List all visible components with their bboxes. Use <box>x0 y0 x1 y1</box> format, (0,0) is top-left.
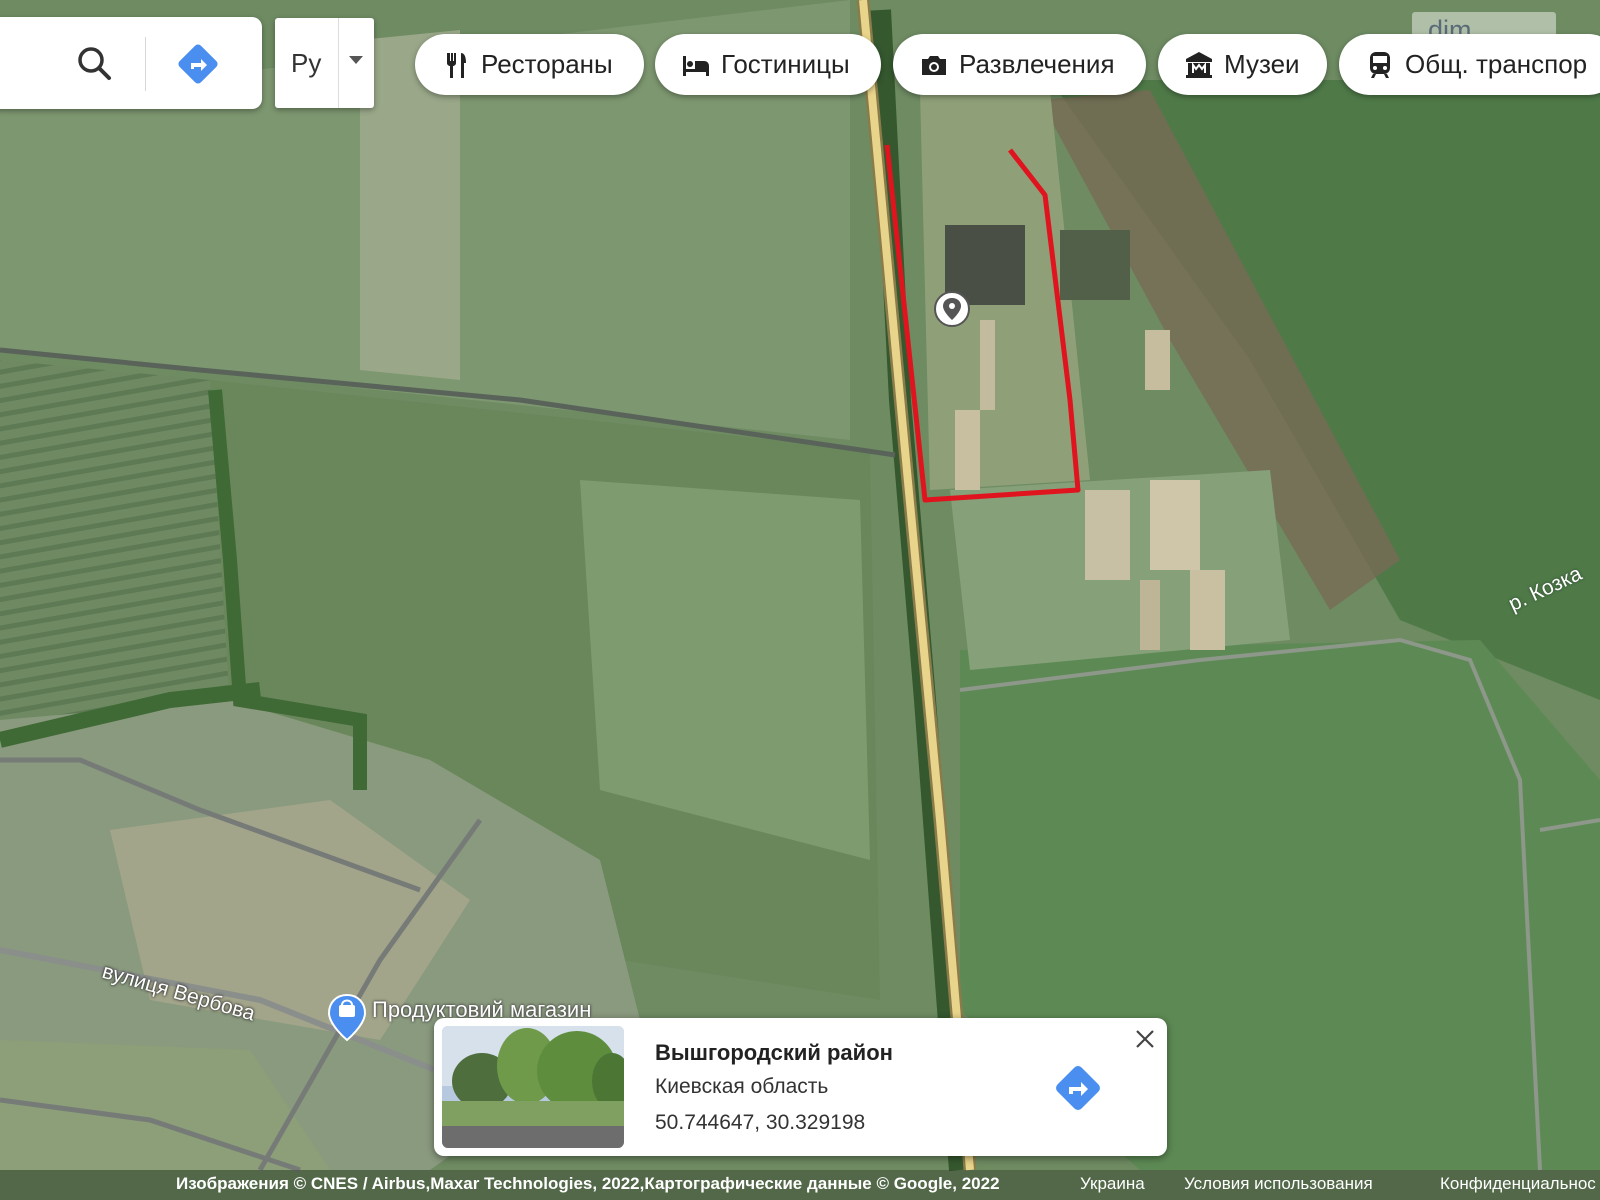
chip-entertainment[interactable]: Развлечения <box>893 34 1146 95</box>
search-icon[interactable] <box>74 43 114 83</box>
country-link[interactable]: Украина <box>1080 1174 1145 1194</box>
hotel-icon <box>683 55 709 76</box>
museum-icon <box>1186 51 1212 78</box>
place-title: Вышгородский район <box>655 1040 893 1065</box>
chip-transit[interactable]: Общ. транспор <box>1339 34 1600 95</box>
restaurant-icon <box>447 52 466 78</box>
plot-tan-2 <box>1150 480 1200 570</box>
language-divider <box>338 18 339 108</box>
close-icon[interactable] <box>1134 1028 1156 1050</box>
camera-icon <box>922 55 946 75</box>
plot-tan-7 <box>1145 330 1170 390</box>
chip-label: Развлечения <box>959 49 1115 79</box>
terms-link[interactable]: Условия использования <box>1184 1174 1373 1194</box>
directions-icon[interactable] <box>1052 1062 1104 1114</box>
chip-label: Музеи <box>1224 49 1300 79</box>
street-view-thumbnail[interactable] <box>442 1026 624 1148</box>
field-west-rows <box>0 360 230 720</box>
plot-tan-4 <box>1140 580 1160 650</box>
language-label: Ру <box>291 48 322 78</box>
attribution-bar: Изображения © CNES / Airbus,Maxar Techno… <box>0 1170 1600 1200</box>
privacy-link[interactable]: Конфиденциальнос <box>1440 1174 1596 1194</box>
location-pin-icon[interactable] <box>934 291 970 327</box>
directions-icon[interactable] <box>176 42 220 86</box>
chip-restaurants[interactable]: Рестораны <box>415 34 644 95</box>
chip-hotels[interactable]: Гостиницы <box>655 34 881 95</box>
plot-tan-5 <box>980 320 995 410</box>
plot-tan-3 <box>1190 570 1225 650</box>
chip-label: Общ. транспор <box>1405 49 1588 79</box>
language-selector[interactable]: Ру <box>275 18 374 108</box>
chevron-down-icon[interactable] <box>349 56 363 64</box>
imagery-attribution: Изображения © CNES / Airbus,Maxar Techno… <box>176 1174 1000 1193</box>
search-box[interactable] <box>0 17 262 109</box>
transit-icon <box>1370 51 1390 78</box>
place-coordinates: 50.744647, 30.329198 <box>655 1111 866 1134</box>
plot-dark-2 <box>1060 230 1130 300</box>
place-info-card[interactable]: Вышгородский район Киевская область 50.7… <box>434 1018 1167 1156</box>
plot-tan-1 <box>1085 490 1130 580</box>
plot-tan-6 <box>955 410 980 490</box>
chip-label: Гостиницы <box>721 49 850 79</box>
search-divider <box>145 37 146 91</box>
chip-label: Рестораны <box>481 49 613 79</box>
chip-museums[interactable]: Музеи <box>1158 34 1327 95</box>
place-region: Киевская область <box>655 1075 829 1098</box>
